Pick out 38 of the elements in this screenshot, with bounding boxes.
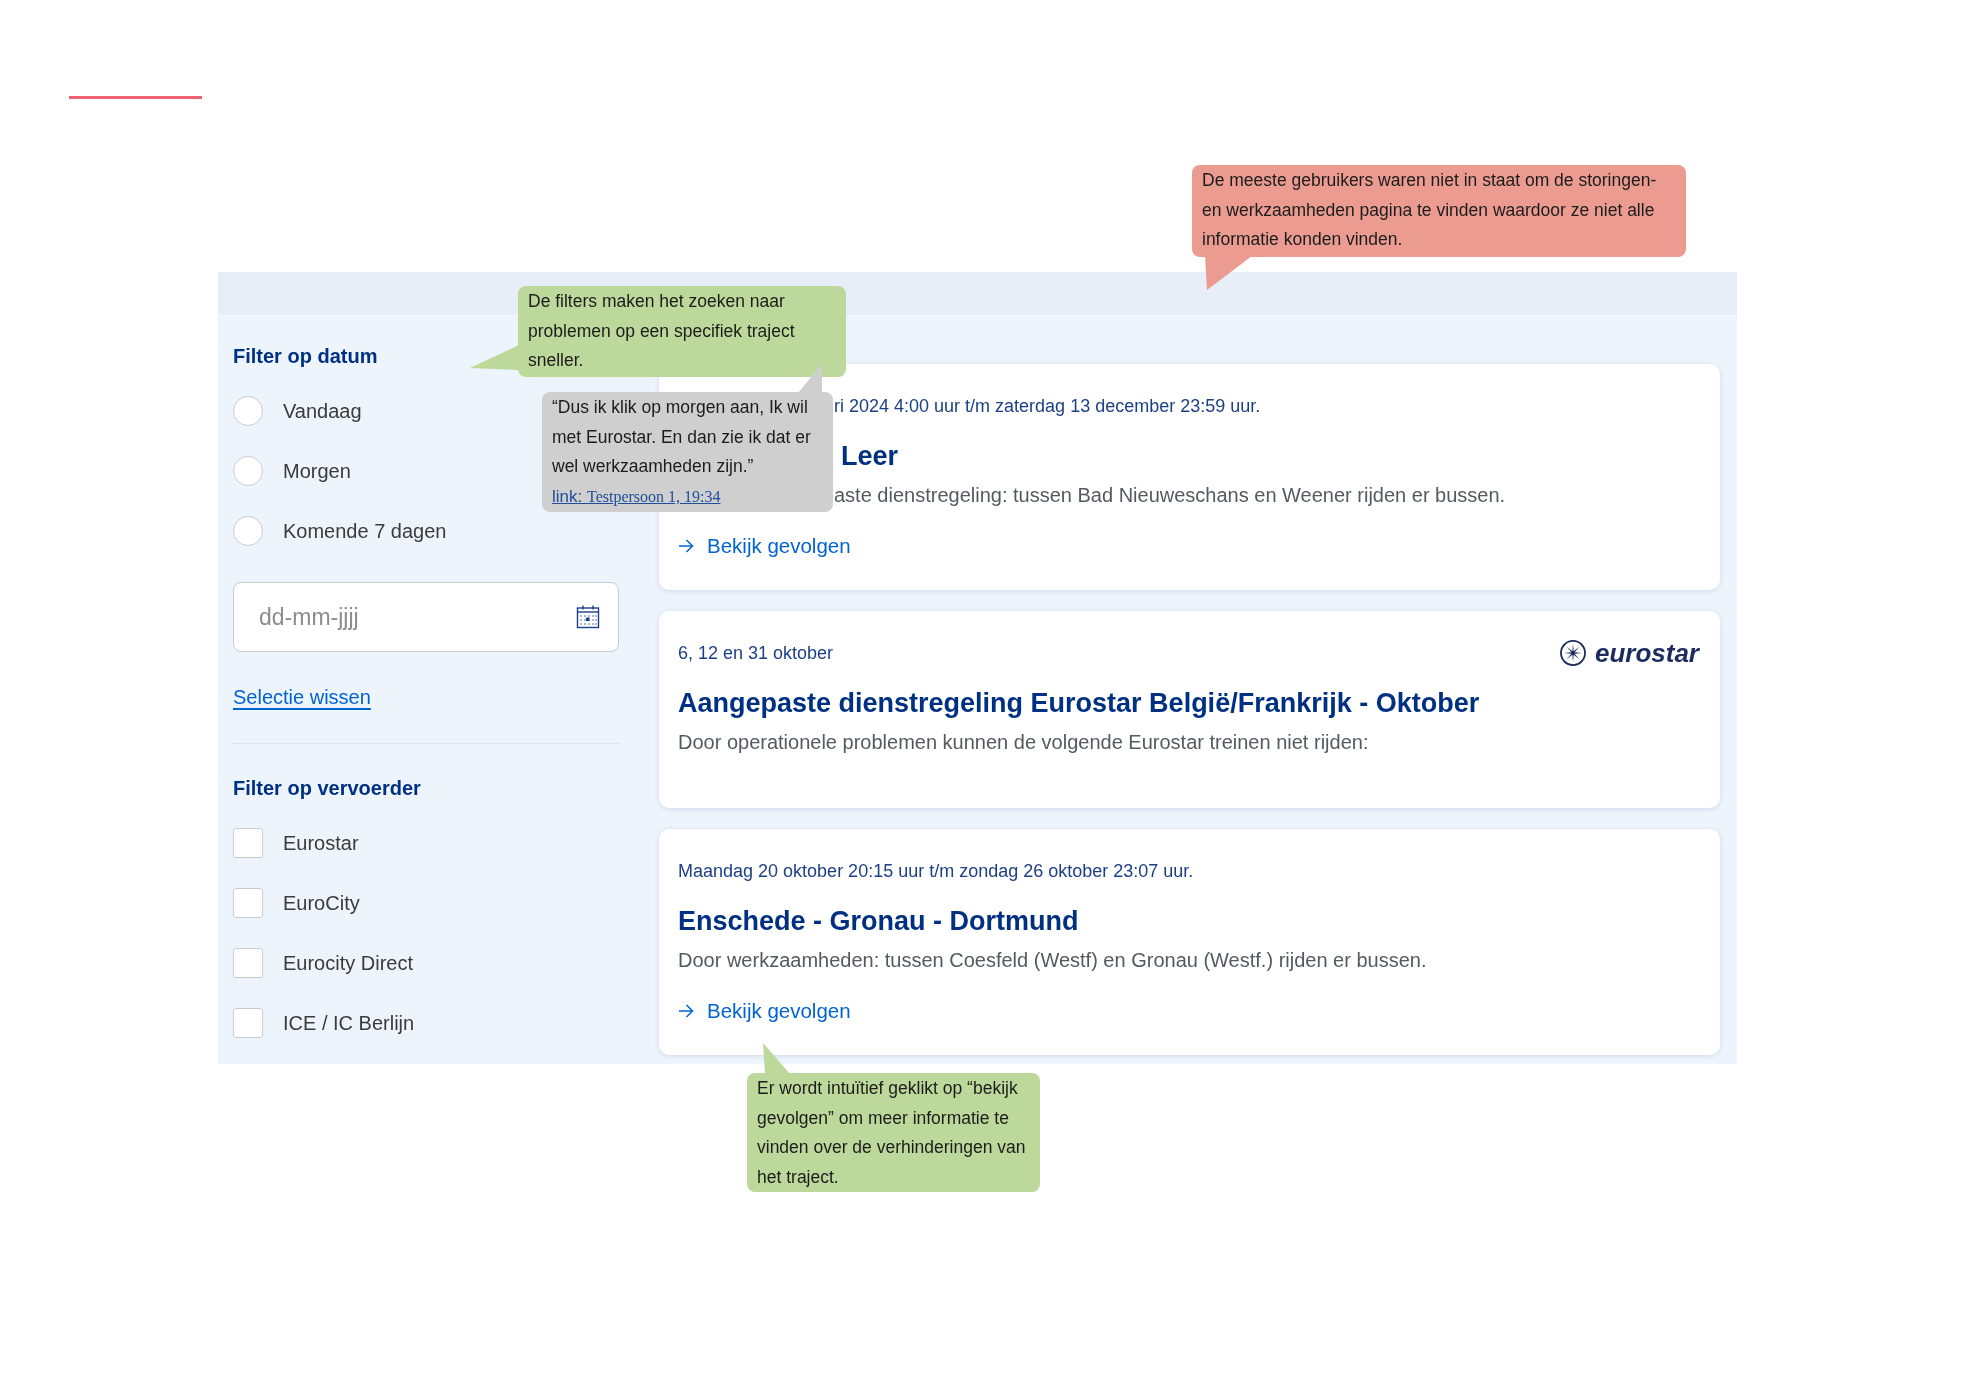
notice-description: Door operationele problemen kunnen de volgende Eurostar treinen niet rijden: [678,730,1370,755]
filter-heading: Filter op datum [233,344,378,368]
option-label: Vandaag [283,399,362,423]
option-label: ICE / IC Berlijn [283,1011,415,1035]
annotation-text: “Dus ik klik op morgen aan, Ik wil met Eurostar. En dan zie ik dat er wel werkzaamheden zijn.” [552,396,812,478]
option-label: Komende 7 dagen [283,519,447,543]
radio-button[interactable] [233,516,263,546]
consequences-link[interactable]: Bekijk gevolgen [678,532,851,560]
date-range: ri 2024 4:00 uur t/m zaterdag 13 december 23:59 uur. [834,395,1261,418]
date-range: 6, 12 en 31 oktober [678,642,834,665]
arrow-right-icon [678,1004,694,1018]
notice-title: Leer [841,440,900,473]
checkbox[interactable] [233,888,263,918]
clear-selection-link[interactable]: Selectie wissen [233,685,371,709]
brand-wordmark: eurostar [1594,638,1699,668]
checkbox[interactable] [233,828,263,858]
arrow-right-icon [678,539,694,553]
annotation-text: De filters maken het zoeken naar problemen op een specifiek traject sneller. [528,290,796,372]
consequences-link[interactable]: Bekijk gevolgen [678,997,851,1025]
option-label: EuroCity [283,891,360,915]
option-label: Eurocity Direct [283,951,414,975]
calendar-icon [576,605,600,629]
radio-button[interactable] [233,456,263,486]
date-range: Maandag 20 oktober 20:15 uur t/m zondag 26 oktober 23:07 uur. [678,860,1194,883]
checkbox[interactable] [233,948,263,978]
date-field[interactable]: dd-mm-jjjj [233,582,619,652]
radio-button[interactable] [233,396,263,426]
filter-heading: Filter op vervoerder [233,776,421,800]
option-label: Eurostar [283,831,359,855]
annotation-text: Er wordt intuïtief geklikt op “bekijk gevolgen” om meer informatie te vinden over de verhinderingen van het traject. [757,1077,1027,1189]
notice-description: Door werkzaamheden: tussen Coesfeld (Westf) en Gronau (Westf.) rijden er bussen. [678,948,1428,973]
source-link[interactable]: link: Testpersoon 1, 19:34 [552,481,721,511]
notice-title: Aangepaste dienstregeling Eurostar België/Frankrijk - Oktober [678,687,1481,720]
annotation-text: De meeste gebruikers waren niet in staat om de storingen- en werkzaamheden pagina te vinden waardoor ze niet alle informatie konden vinden. [1202,169,1658,251]
notice-title: Enschede - Gronau - Dortmund [678,905,1080,938]
notice-description: aste dienstregeling: tussen Bad Nieuweschans en Weener rijden er bussen. [834,483,1507,508]
option-label: Morgen [283,459,351,483]
checkbox[interactable] [233,1008,263,1038]
